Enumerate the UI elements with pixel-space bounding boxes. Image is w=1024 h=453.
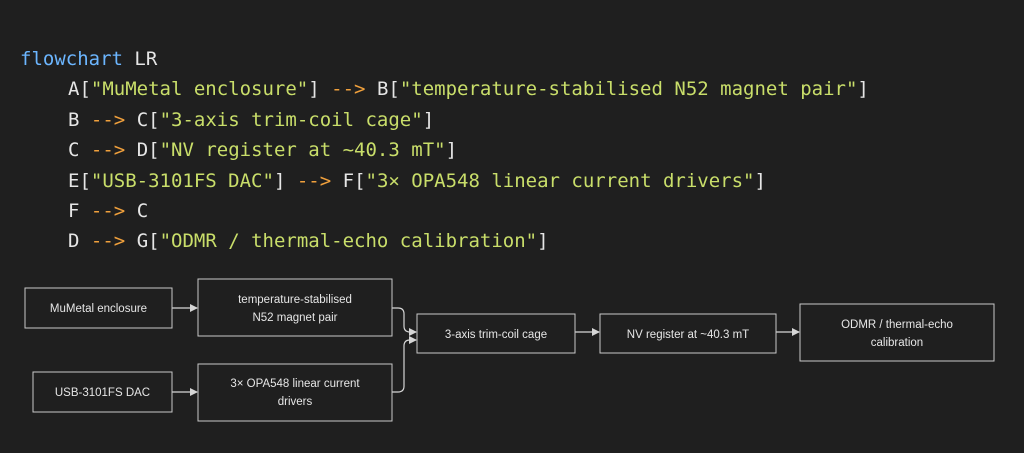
node-mumetal-enclosure: MuMetal enclosure: [24, 287, 173, 329]
node-label: N52 magnet pair: [252, 312, 337, 324]
node-label: 3× OPA548 linear current: [230, 378, 360, 390]
flowchart-diagram: MuMetal enclosure temperature-stabilised…: [24, 278, 995, 422]
node-label: NV register at ~40.3 mT: [627, 329, 749, 341]
node-odmr-calibration: ODMR / thermal-echo calibration: [799, 303, 995, 362]
node-label: drivers: [278, 396, 313, 408]
node-label: 3-axis trim-coil cage: [445, 329, 547, 341]
node-dac: USB-3101FS DAC: [32, 371, 173, 413]
node-nv-register: NV register at ~40.3 mT: [599, 313, 777, 354]
node-label: calibration: [871, 337, 923, 349]
node-trim-coil-cage: 3-axis trim-coil cage: [416, 313, 576, 354]
node-magnet-pair: temperature-stabilised N52 magnet pair: [197, 278, 393, 337]
edge-f-c: [392, 336, 417, 393]
node-label: ODMR / thermal-echo: [841, 319, 953, 331]
node-label: MuMetal enclosure: [50, 303, 147, 315]
node-current-drivers: 3× OPA548 linear current drivers: [197, 363, 393, 422]
node-label: USB-3101FS DAC: [55, 387, 150, 399]
node-label: temperature-stabilised: [238, 294, 352, 306]
edge-b-c: [392, 307, 417, 336]
